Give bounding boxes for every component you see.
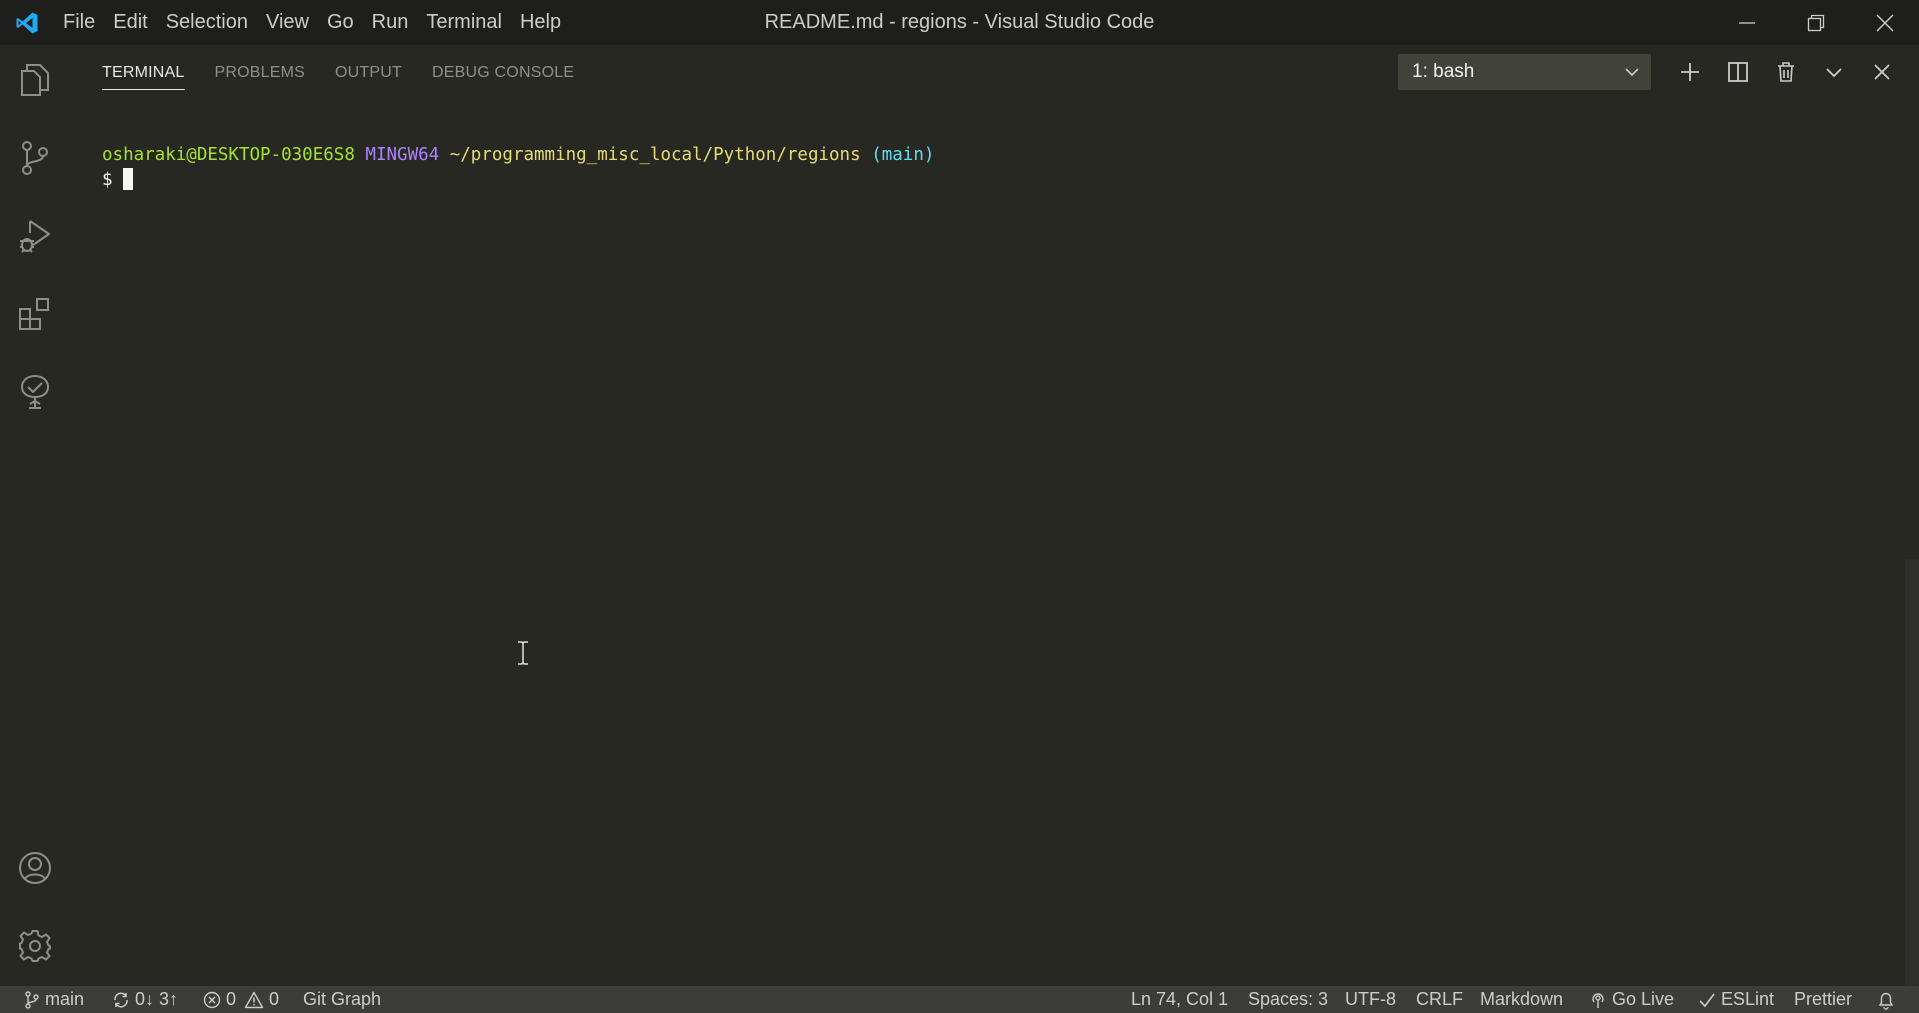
- maximize-panel-button[interactable]: [1810, 54, 1858, 90]
- close-panel-button[interactable]: [1858, 54, 1906, 90]
- status-eslint-label: ESLint: [1721, 989, 1775, 1009]
- status-sync[interactable]: 0↓ 3↑: [112, 986, 178, 1013]
- terminal-prompt: $: [102, 170, 113, 190]
- account-icon: [19, 852, 51, 884]
- terminal-system: MINGW64: [365, 145, 440, 165]
- run-debug-button[interactable]: [0, 201, 70, 271]
- menu-edit[interactable]: Edit: [104, 0, 156, 45]
- notifications-button[interactable]: [1877, 986, 1900, 1013]
- tab-terminal[interactable]: TERMINAL: [102, 45, 185, 98]
- panel-tabs: TERMINAL PROBLEMS OUTPUT DEBUG CONSOLE: [102, 45, 604, 98]
- terminal-output[interactable]: osharaki@DESKTOP-030E6S8 MINGW64 ~/progr…: [102, 143, 934, 193]
- status-git-graph[interactable]: Git Graph: [303, 986, 381, 1013]
- terminal-select-value: 1: bash: [1412, 61, 1475, 82]
- terminal-select[interactable]: 1: bash: [1398, 54, 1651, 90]
- manage-button[interactable]: [0, 911, 70, 981]
- tab-debug-console[interactable]: DEBUG CONSOLE: [432, 45, 574, 98]
- status-sync-label: 0↓ 3↑: [135, 989, 179, 1009]
- plus-icon: [1681, 63, 1699, 81]
- terminal-path: ~/programming_misc_local/Python/regions: [449, 145, 861, 165]
- status-indentation[interactable]: Spaces: 3: [1248, 986, 1328, 1013]
- status-position-label: Ln 74, Col 1: [1131, 989, 1229, 1009]
- status-branch-label: main: [45, 989, 85, 1009]
- text-cursor-icon: [516, 641, 530, 670]
- status-go-live-label: Go Live: [1612, 989, 1675, 1009]
- settings-gear-icon: [19, 930, 51, 962]
- restore-button[interactable]: [1781, 0, 1850, 45]
- menu-go[interactable]: Go: [318, 0, 363, 45]
- window-controls: [1712, 0, 1919, 45]
- status-errors: 0: [226, 989, 237, 1009]
- trash-icon: [1778, 62, 1794, 82]
- source-control-icon: [22, 141, 48, 175]
- title-bar: File Edit Selection View Go Run Terminal…: [0, 0, 1919, 45]
- terminal-branch: (main): [871, 145, 935, 165]
- status-eol[interactable]: CRLF: [1416, 986, 1463, 1013]
- menu-view[interactable]: View: [257, 0, 318, 45]
- check-icon: [1699, 993, 1715, 1007]
- status-spaces-label: Spaces: 3: [1248, 989, 1329, 1009]
- status-prettier-label: Prettier: [1794, 989, 1853, 1009]
- vscode-logo-icon: [0, 0, 54, 45]
- new-terminal-button[interactable]: [1666, 54, 1714, 90]
- menu-help[interactable]: Help: [511, 0, 570, 45]
- status-language[interactable]: Markdown: [1480, 986, 1563, 1013]
- close-icon: [1876, 14, 1893, 31]
- tab-problems[interactable]: PROBLEMS: [215, 45, 306, 98]
- terminal-cursor: [123, 168, 134, 190]
- error-icon: [203, 991, 221, 1008]
- status-problems[interactable]: 0 0: [203, 986, 279, 1013]
- menu-file[interactable]: File: [54, 0, 104, 45]
- panel: TERMINAL PROBLEMS OUTPUT DEBUG CONSOLE 1…: [70, 45, 1919, 1013]
- menu-selection[interactable]: Selection: [157, 0, 257, 45]
- terminal-scrollbar[interactable]: [1905, 559, 1919, 1013]
- status-git-graph-label: Git Graph: [303, 989, 382, 1009]
- menu-terminal[interactable]: Terminal: [417, 0, 511, 45]
- status-bar: main 0↓ 3↑ 0 0 Git Graph Ln 74, Col 1 Sp…: [0, 986, 1919, 1013]
- git-branch-icon: [25, 990, 39, 1009]
- restore-icon: [1807, 14, 1824, 31]
- status-eol-label: CRLF: [1416, 989, 1464, 1009]
- status-prettier[interactable]: Prettier: [1794, 986, 1852, 1013]
- tab-output[interactable]: OUTPUT: [335, 45, 402, 98]
- menu-bar: File Edit Selection View Go Run Terminal…: [54, 0, 570, 45]
- run-debug-icon: [20, 220, 50, 253]
- close-icon: [1874, 64, 1890, 80]
- minimize-button[interactable]: [1712, 0, 1781, 45]
- status-go-live[interactable]: Go Live: [1589, 986, 1674, 1013]
- terminal-user-host: osharaki@DESKTOP-030E6S8: [102, 145, 355, 165]
- extensions-icon: [19, 298, 49, 330]
- remote-tree-button[interactable]: [0, 357, 70, 427]
- remote-tree-icon: [20, 374, 50, 409]
- bell-icon: [1878, 992, 1894, 1010]
- extensions-button[interactable]: [0, 279, 70, 349]
- explorer-button[interactable]: [0, 45, 70, 115]
- accounts-button[interactable]: [0, 833, 70, 903]
- split-icon: [1728, 62, 1748, 82]
- sync-icon: [114, 992, 128, 1007]
- status-branch[interactable]: main: [24, 986, 84, 1013]
- split-terminal-button[interactable]: [1714, 54, 1762, 90]
- status-encoding-label: UTF-8: [1345, 989, 1396, 1009]
- explorer-icon: [21, 64, 49, 96]
- chevron-down-icon: [1826, 68, 1842, 78]
- status-language-label: Markdown: [1480, 989, 1564, 1009]
- warning-icon: [244, 991, 264, 1008]
- activity-bar: [0, 45, 70, 986]
- status-warnings: 0: [269, 989, 280, 1009]
- minimize-icon: [1738, 21, 1755, 24]
- panel-actions: [1666, 54, 1906, 90]
- status-encoding[interactable]: UTF-8: [1345, 986, 1396, 1013]
- chevron-down-icon: [1625, 68, 1639, 77]
- broadcast-icon: [1592, 992, 1604, 1008]
- kill-terminal-button[interactable]: [1762, 54, 1810, 90]
- menu-run[interactable]: Run: [363, 0, 418, 45]
- close-window-button[interactable]: [1850, 0, 1919, 45]
- status-cursor-position[interactable]: Ln 74, Col 1: [1131, 986, 1228, 1013]
- source-control-button[interactable]: [0, 123, 70, 193]
- status-eslint[interactable]: ESLint: [1698, 986, 1774, 1013]
